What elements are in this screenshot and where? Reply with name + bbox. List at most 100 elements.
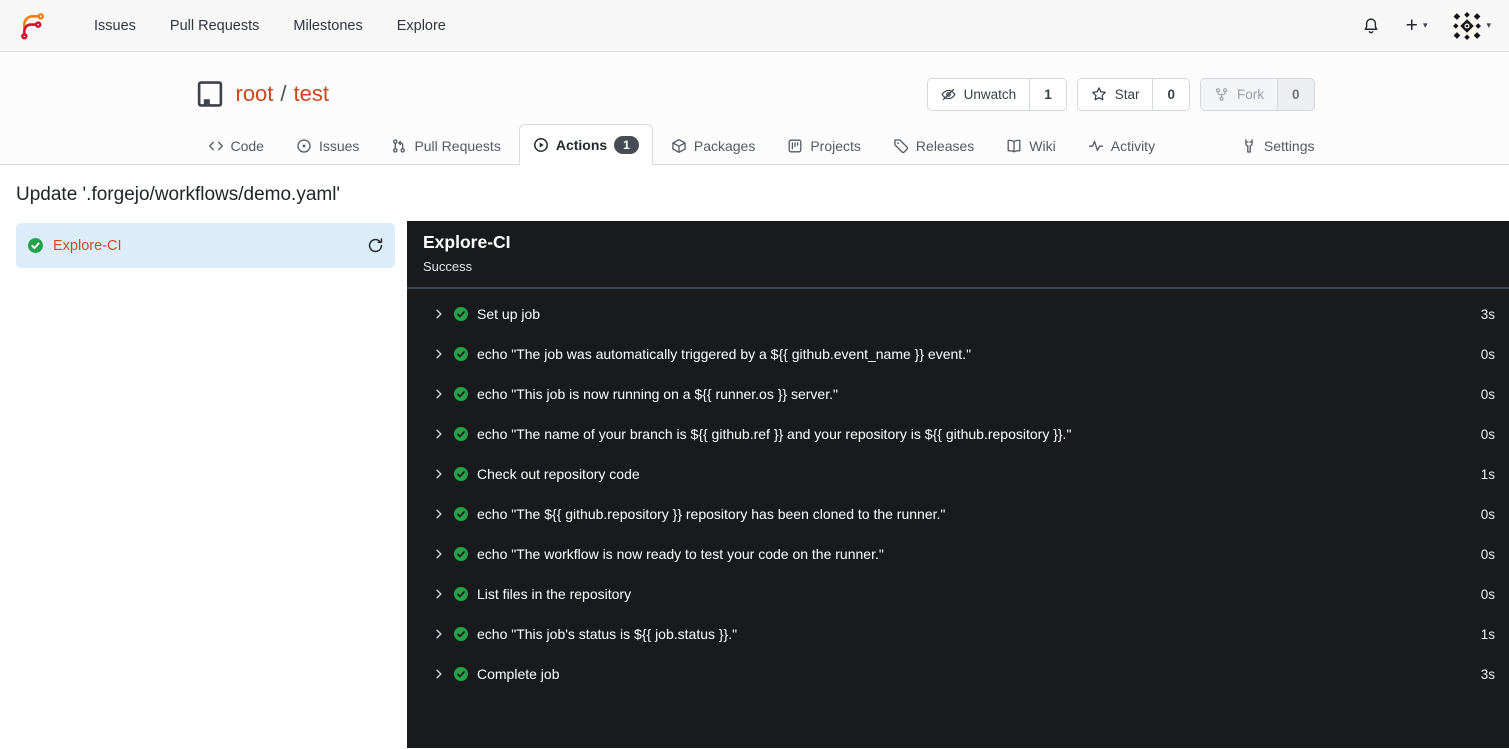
nav-link-issues[interactable]: Issues — [77, 18, 153, 34]
tab-label: Releases — [915, 138, 975, 155]
step-row[interactable]: echo "The job was automatically triggere… — [407, 334, 1509, 374]
step-name: echo "The job was automatically triggere… — [477, 346, 972, 363]
fork-label: Fork — [1236, 86, 1264, 102]
repo-tabbar: Code Issues Pull Requests Actions 1 Pack… — [0, 124, 1509, 166]
step-row[interactable]: Check out repository code 1s — [407, 454, 1509, 494]
step-row[interactable]: echo "This job is now running on a ${{ r… — [407, 374, 1509, 414]
plus-icon: + — [1405, 14, 1418, 37]
bell-icon — [1362, 17, 1380, 35]
star-icon — [1091, 86, 1107, 102]
chevron-right-icon[interactable] — [432, 387, 446, 401]
step-row[interactable]: echo "The name of your branch is ${{ git… — [407, 414, 1509, 454]
tab-packages[interactable]: Packages — [657, 126, 769, 165]
chevron-right-icon[interactable] — [432, 427, 446, 441]
tab-label: Issues — [318, 138, 360, 155]
top-navbar: Issues Pull Requests Milestones Explore … — [0, 0, 1509, 52]
tab-code[interactable]: Code — [194, 126, 278, 165]
step-name: Check out repository code — [477, 466, 640, 483]
create-menu-button[interactable]: + ▾ — [1406, 15, 1428, 36]
tab-label: Projects — [810, 138, 861, 155]
nav-link-milestones[interactable]: Milestones — [276, 18, 379, 34]
nav-link-pull-requests[interactable]: Pull Requests — [153, 18, 276, 34]
chevron-right-icon[interactable] — [432, 507, 446, 521]
check-circle-icon — [453, 426, 469, 442]
star-button-group: Star 0 — [1076, 77, 1190, 111]
step-duration: 0s — [1480, 586, 1495, 602]
step-row[interactable]: echo "The workflow is now ready to test … — [407, 534, 1509, 574]
tab-issues[interactable]: Issues — [282, 126, 373, 165]
repo-owner-link[interactable]: root — [236, 81, 274, 107]
unwatch-button-group: Unwatch 1 — [926, 77, 1067, 111]
chevron-right-icon[interactable] — [432, 587, 446, 601]
watchers-count[interactable]: 1 — [1029, 78, 1066, 110]
tab-releases[interactable]: Releases — [879, 126, 988, 165]
console-job-status: Success — [423, 259, 473, 275]
user-menu-button[interactable]: ▾ — [1453, 11, 1491, 40]
step-row[interactable]: Set up job 3s — [407, 294, 1509, 334]
step-duration: 1s — [1480, 466, 1495, 482]
check-circle-icon — [453, 586, 469, 602]
jobs-sidebar: Explore-CI — [0, 221, 407, 749]
console-job-title: Explore-CI — [423, 232, 511, 253]
check-circle-icon — [27, 237, 44, 254]
tab-label: Settings — [1263, 138, 1315, 155]
chevron-right-icon[interactable] — [432, 467, 446, 481]
refresh-icon[interactable] — [367, 237, 384, 254]
job-item-explore-ci[interactable]: Explore-CI — [16, 223, 395, 269]
step-duration: 1s — [1480, 626, 1495, 642]
tab-actions[interactable]: Actions 1 — [518, 124, 653, 166]
forgejo-logo-icon[interactable] — [18, 10, 49, 41]
navbar-links: Issues Pull Requests Milestones Explore — [77, 18, 463, 34]
step-duration: 0s — [1480, 386, 1495, 402]
chevron-right-icon[interactable] — [432, 347, 446, 361]
tag-icon — [893, 138, 909, 154]
fork-button[interactable]: Fork — [1200, 78, 1277, 110]
tab-label: Actions — [555, 137, 608, 154]
project-board-icon — [787, 138, 803, 154]
actions-count-badge: 1 — [614, 136, 639, 155]
step-row[interactable]: echo "This job's status is ${{ job.statu… — [407, 614, 1509, 654]
tab-activity[interactable]: Activity — [1074, 126, 1169, 165]
fork-button-group: Fork 0 — [1199, 77, 1315, 111]
run-commit-title: Update '.forgejo/workflows/demo.yaml' — [16, 184, 341, 206]
chevron-right-icon[interactable] — [432, 307, 446, 321]
step-row[interactable]: echo "The ${{ github.repository }} repos… — [407, 494, 1509, 534]
tab-label: Wiki — [1029, 138, 1056, 155]
repo-book-icon — [195, 79, 225, 109]
tab-pull-requests[interactable]: Pull Requests — [377, 126, 514, 165]
step-name: echo "This job's status is ${{ job.statu… — [477, 626, 738, 643]
nav-link-explore[interactable]: Explore — [380, 18, 463, 34]
pulse-icon — [1088, 138, 1104, 154]
repo-name-link[interactable]: test — [294, 81, 329, 107]
navbar-right: + ▾ ▾ — [1362, 11, 1491, 40]
notifications-button[interactable] — [1362, 17, 1380, 35]
star-button[interactable]: Star — [1077, 78, 1153, 110]
unwatch-button[interactable]: Unwatch — [927, 78, 1030, 110]
chevron-right-icon[interactable] — [432, 627, 446, 641]
tab-wiki[interactable]: Wiki — [992, 126, 1069, 165]
step-duration: 0s — [1480, 546, 1495, 562]
forks-count[interactable]: 0 — [1276, 78, 1314, 110]
repo-separator: / — [280, 81, 287, 106]
job-name: Explore-CI — [53, 237, 122, 254]
avatar-identicon — [1453, 11, 1482, 40]
chevron-down-icon: ▾ — [1422, 20, 1428, 30]
check-circle-icon — [453, 666, 469, 682]
fork-icon — [1214, 87, 1229, 102]
check-circle-icon — [453, 386, 469, 402]
step-name: Set up job — [477, 306, 541, 323]
unwatch-label: Unwatch — [963, 86, 1017, 102]
step-row[interactable]: Complete job 3s — [407, 654, 1509, 694]
chevron-right-icon[interactable] — [432, 667, 446, 681]
tab-projects[interactable]: Projects — [773, 126, 875, 165]
stars-count[interactable]: 0 — [1152, 78, 1189, 110]
star-label: Star — [1114, 86, 1140, 102]
tab-settings[interactable]: Settings — [1227, 126, 1316, 165]
chevron-right-icon[interactable] — [432, 547, 446, 561]
step-name: echo "This job is now running on a ${{ r… — [477, 386, 838, 403]
repo-action-buttons: Unwatch 1 Star 0 Fork 0 — [926, 77, 1315, 111]
check-circle-icon — [453, 506, 469, 522]
tools-icon — [1241, 138, 1257, 154]
check-circle-icon — [453, 546, 469, 562]
step-row[interactable]: List files in the repository 0s — [407, 574, 1509, 614]
